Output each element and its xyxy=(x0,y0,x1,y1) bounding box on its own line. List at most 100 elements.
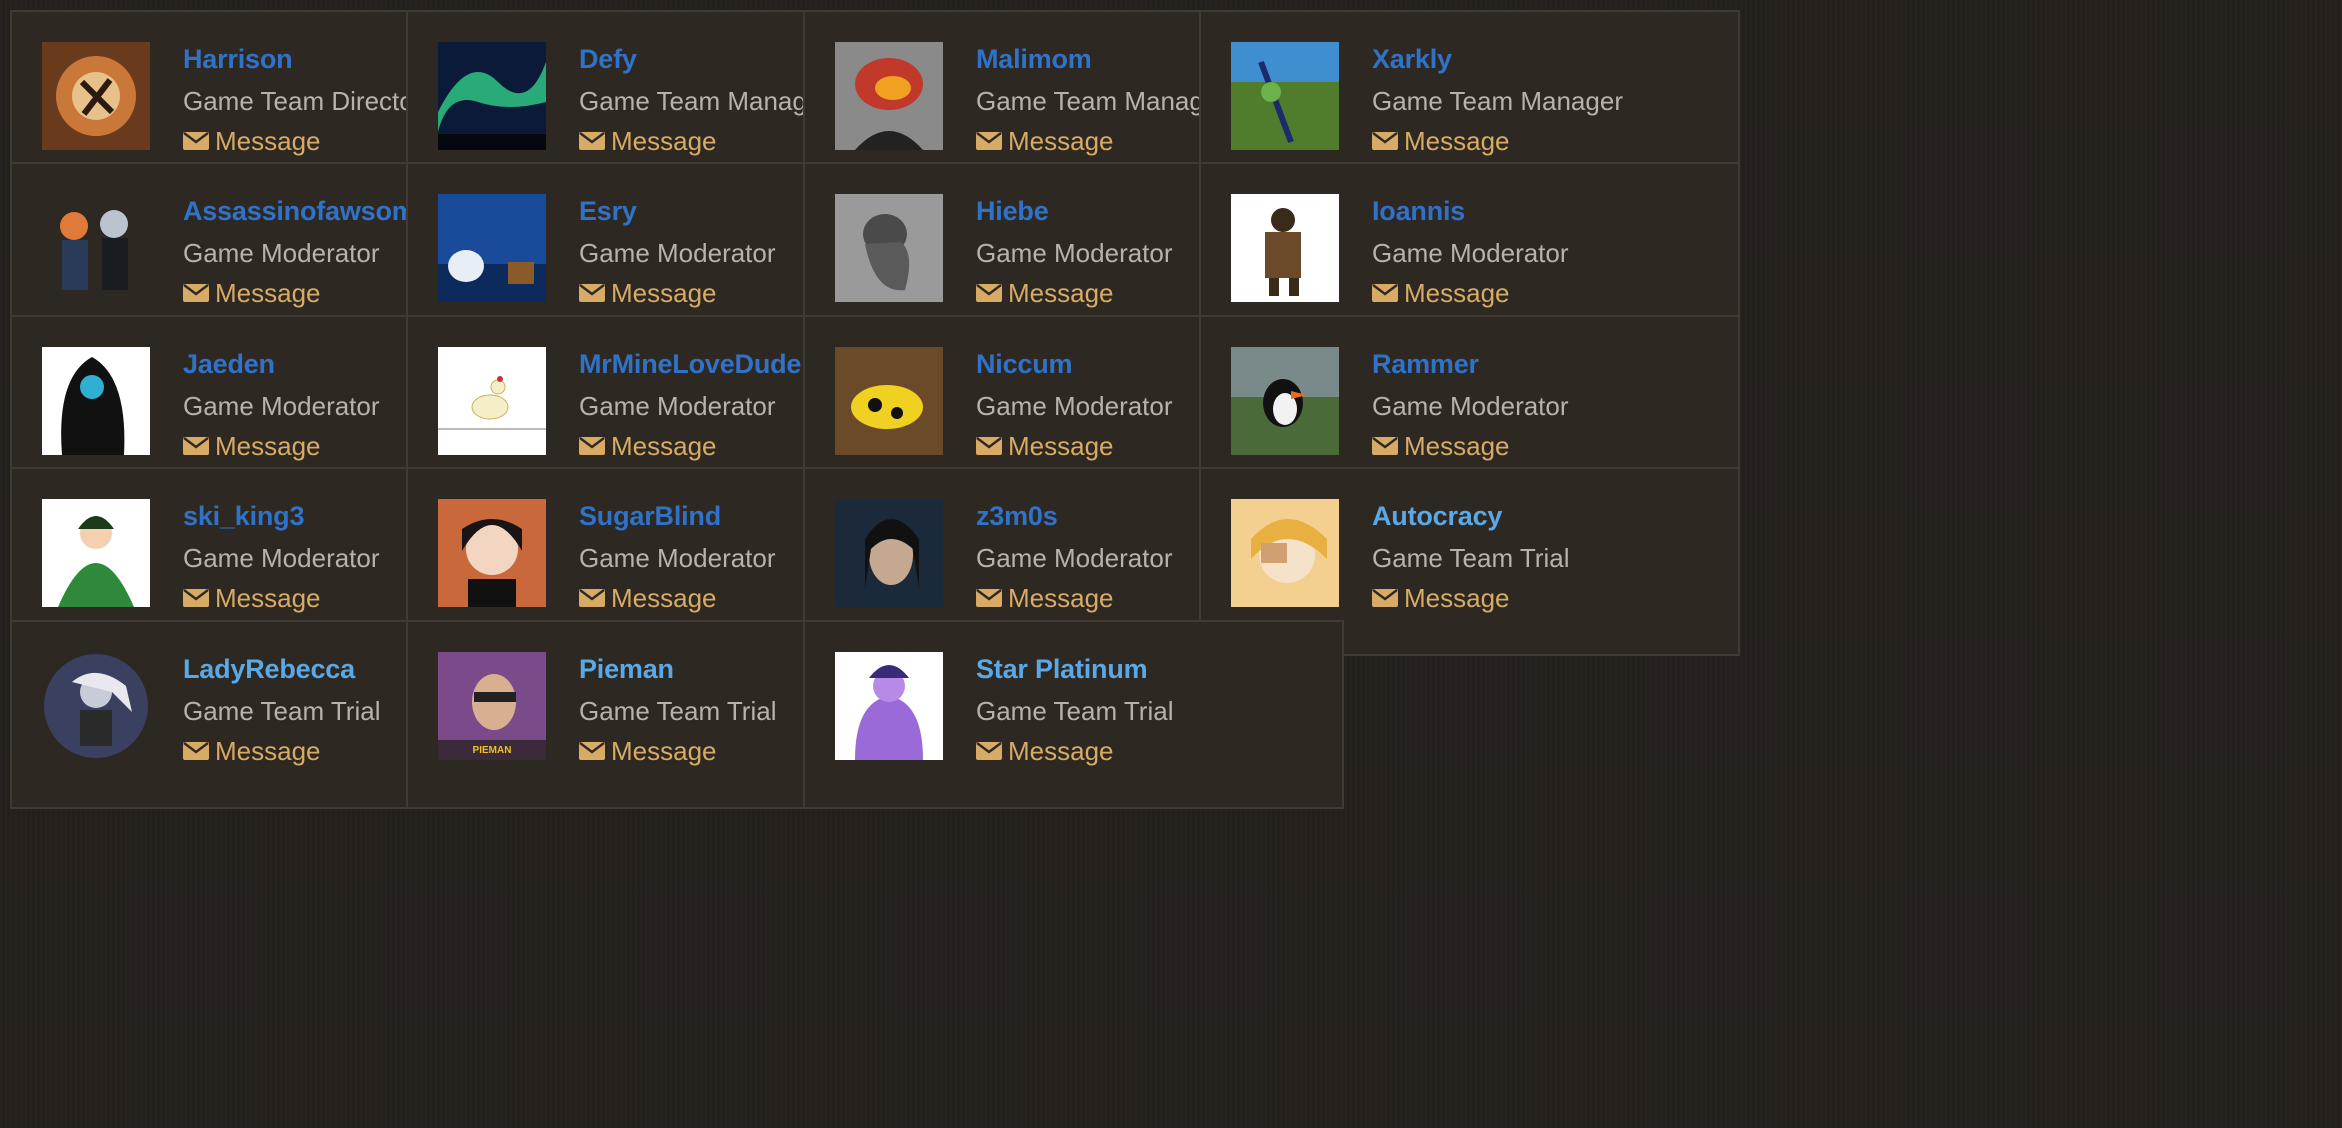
member-name-link[interactable]: Esry xyxy=(579,196,637,227)
member-name-link[interactable]: Niccum xyxy=(976,349,1073,380)
member-role: Game Team Trial xyxy=(579,696,777,726)
avatar-puffin xyxy=(1231,347,1339,455)
avatar[interactable] xyxy=(438,347,546,455)
avatar[interactable] xyxy=(835,42,943,150)
message-label: Message xyxy=(1404,277,1510,308)
member-name-link[interactable]: Defy xyxy=(579,44,637,75)
message-button[interactable]: Message xyxy=(183,126,321,156)
member-role: Game Moderator xyxy=(183,391,380,421)
member-name-link[interactable]: Pieman xyxy=(579,654,674,685)
envelope-icon xyxy=(976,283,1002,303)
member-role: Game Moderator xyxy=(579,391,776,421)
member-name-link[interactable]: Malimom xyxy=(976,44,1092,75)
member-name-link[interactable]: Ioannis xyxy=(1372,196,1465,227)
message-label: Message xyxy=(611,582,717,613)
message-label: Message xyxy=(215,735,321,766)
message-button[interactable]: Message xyxy=(1372,431,1510,461)
envelope-icon xyxy=(579,283,605,303)
message-button[interactable]: Message xyxy=(1372,583,1510,613)
message-button[interactable]: Message xyxy=(976,431,1114,461)
avatar-gloves-portrait xyxy=(835,42,943,150)
member-name-link[interactable]: Autocracy xyxy=(1372,501,1502,532)
member-role: Game Moderator xyxy=(1372,391,1569,421)
avatar[interactable] xyxy=(438,42,546,150)
member-name-link[interactable]: MrMineLoveDude xyxy=(579,349,801,380)
member-role: Game Team Manager xyxy=(1372,86,1623,116)
avatar[interactable] xyxy=(42,194,150,302)
avatar[interactable] xyxy=(438,194,546,302)
avatar[interactable] xyxy=(835,347,943,455)
avatar-yellow-frog xyxy=(835,347,943,455)
message-button[interactable]: Message xyxy=(183,736,321,766)
member-role: Game Team Director xyxy=(183,86,423,116)
member-role: Game Team Trial xyxy=(183,696,381,726)
avatar[interactable] xyxy=(835,194,943,302)
avatar[interactable] xyxy=(835,652,943,760)
member-role: Game Moderator xyxy=(1372,238,1569,268)
avatar[interactable] xyxy=(42,42,150,150)
message-button[interactable]: Message xyxy=(976,583,1114,613)
member-role: Game Team Manager xyxy=(976,86,1227,116)
avatar-duck-drawing xyxy=(438,347,546,455)
message-button[interactable]: Message xyxy=(579,126,717,156)
message-button[interactable]: Message xyxy=(579,583,717,613)
member-role: Game Moderator xyxy=(579,238,776,268)
message-label: Message xyxy=(611,277,717,308)
member-name-link[interactable]: ski_king3 xyxy=(183,501,304,532)
avatar[interactable] xyxy=(438,499,546,607)
message-button[interactable]: Message xyxy=(579,736,717,766)
avatar-fire-art xyxy=(42,42,150,150)
member-name-link[interactable]: Assassinofawsome xyxy=(183,196,431,227)
message-button[interactable]: Message xyxy=(976,278,1114,308)
message-label: Message xyxy=(611,430,717,461)
member-name-link[interactable]: Rammer xyxy=(1372,349,1479,380)
member-name-link[interactable]: Jaeden xyxy=(183,349,275,380)
avatar[interactable] xyxy=(42,499,150,607)
message-label: Message xyxy=(1008,735,1114,766)
avatar[interactable] xyxy=(1231,499,1339,607)
member-name-link[interactable]: z3m0s xyxy=(976,501,1058,532)
avatar-dark-hair-anime xyxy=(438,499,546,607)
member-role: Game Moderator xyxy=(183,238,380,268)
message-button[interactable]: Message xyxy=(183,583,321,613)
envelope-icon xyxy=(183,588,209,608)
message-button[interactable]: Message xyxy=(579,431,717,461)
member-name-link[interactable]: Xarkly xyxy=(1372,44,1452,75)
avatar[interactable] xyxy=(1231,42,1339,150)
envelope-icon xyxy=(976,588,1002,608)
avatar[interactable] xyxy=(1231,194,1339,302)
member-role: Game Team Trial xyxy=(1372,543,1570,573)
message-label: Message xyxy=(1404,125,1510,156)
avatar-robots-blue xyxy=(438,194,546,302)
message-button[interactable]: Message xyxy=(183,431,321,461)
avatar[interactable] xyxy=(42,347,150,455)
member-name-link[interactable]: SugarBlind xyxy=(579,501,721,532)
member-card: Star Platinum Game Team Trial Message xyxy=(803,620,1344,809)
message-button[interactable]: Message xyxy=(183,278,321,308)
envelope-icon xyxy=(1372,436,1398,456)
member-name-link[interactable]: Star Platinum xyxy=(976,654,1148,685)
message-button[interactable]: Message xyxy=(976,736,1114,766)
message-button[interactable]: Message xyxy=(579,278,717,308)
envelope-icon xyxy=(579,436,605,456)
member-role: Game Moderator xyxy=(976,238,1173,268)
avatar[interactable] xyxy=(1231,347,1339,455)
message-label: Message xyxy=(215,582,321,613)
member-role: Game Moderator xyxy=(183,543,380,573)
envelope-icon xyxy=(1372,131,1398,151)
message-button[interactable]: Message xyxy=(1372,278,1510,308)
message-button[interactable]: Message xyxy=(976,126,1114,156)
envelope-icon xyxy=(579,741,605,761)
member-name-link[interactable]: LadyRebecca xyxy=(183,654,355,685)
member-name-link[interactable]: Hiebe xyxy=(976,196,1049,227)
member-role: Game Team Trial xyxy=(976,696,1174,726)
envelope-icon xyxy=(1372,588,1398,608)
member-name-link[interactable]: Harrison xyxy=(183,44,293,75)
envelope-icon xyxy=(579,131,605,151)
avatar[interactable] xyxy=(42,652,150,760)
avatar[interactable] xyxy=(835,499,943,607)
message-label: Message xyxy=(611,735,717,766)
avatar[interactable]: PIEMAN xyxy=(438,652,546,760)
message-button[interactable]: Message xyxy=(1372,126,1510,156)
avatar-green-anime xyxy=(42,499,150,607)
